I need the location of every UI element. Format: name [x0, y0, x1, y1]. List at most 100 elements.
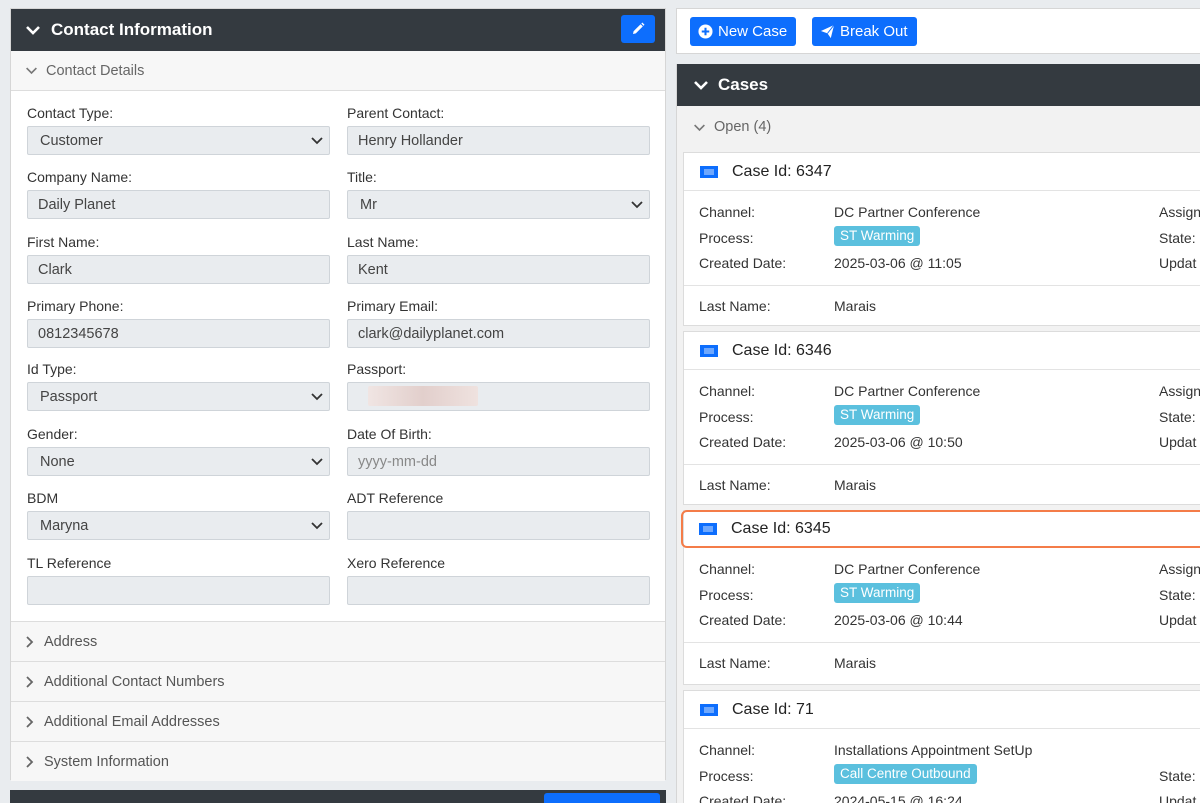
contact-information-header[interactable]: Contact Information	[11, 9, 665, 51]
contact-details-section-header[interactable]: Contact Details	[11, 51, 665, 91]
last-name-value: Marais	[834, 298, 877, 314]
process-badge: ST Warming	[834, 583, 921, 603]
case-card[interactable]: Case Id: 6347 Channel: DC Partner Confer…	[683, 152, 1200, 326]
case-id: Case Id: 6345	[731, 520, 831, 537]
contact-details-form: Contact Type: Customer Parent Contact: H…	[11, 91, 665, 621]
pencil-icon	[633, 22, 645, 34]
xero-reference-input[interactable]	[347, 576, 650, 605]
field-label: Xero Reference	[347, 555, 446, 571]
field-label: Title:	[347, 169, 377, 185]
additional-email-addresses-section-header[interactable]: Additional Email Addresses	[11, 701, 665, 741]
channel-value: Installations Appointment SetUp	[834, 742, 1033, 758]
case-title-bar-highlighted[interactable]: Case Id: 6345	[681, 510, 1200, 548]
chevron-right-icon	[26, 675, 34, 688]
field-label: TL Reference	[27, 555, 112, 571]
channel-value: DC Partner Conference	[834, 204, 981, 220]
panel-title: Contact Information	[51, 20, 213, 39]
last-name-input[interactable]: Kent	[347, 255, 650, 284]
section-title: Additional Email Addresses	[44, 713, 220, 730]
paper-plane-icon	[820, 24, 835, 39]
additional-contact-numbers-section-header[interactable]: Additional Contact Numbers	[11, 661, 665, 701]
parent-contact-field: Parent Contact: Henry Hollander	[347, 105, 650, 155]
assign-label: Assign	[1159, 383, 1200, 399]
select-value: Passport	[40, 388, 98, 405]
created-value: 2025-03-06 @ 10:50	[834, 434, 963, 450]
state-label: State:	[1159, 230, 1196, 246]
new-case-button[interactable]: New Case	[690, 17, 797, 46]
panel-title: Cases	[718, 75, 769, 94]
chevron-down-icon	[26, 67, 37, 75]
channel-value: DC Partner Conference	[834, 561, 981, 577]
contact-information-panel: Contact Information Contact Details Cont…	[10, 8, 666, 781]
select-value: None	[40, 453, 75, 470]
process-badge: ST Warming	[834, 226, 921, 246]
first-name-input[interactable]: Clark	[27, 255, 330, 284]
title-field: Title: Mr	[347, 169, 650, 219]
section-title: Open (4)	[714, 119, 772, 135]
break-out-button[interactable]: Break Out	[812, 17, 917, 46]
tl-reference-field: TL Reference	[27, 555, 330, 605]
case-card[interactable]: Case Id: 6345 Channel: DC Partner Confer…	[681, 510, 1200, 685]
cases-panel: Cases Open (4) Case Id: 6347 Channel: DC…	[676, 64, 1200, 803]
passport-input[interactable]	[347, 382, 650, 411]
last-name-row: Last Name: Marais	[684, 642, 1200, 684]
last-name-value: Marais	[834, 477, 877, 493]
system-information-section-header[interactable]: System Information	[11, 741, 665, 781]
address-section-header[interactable]: Address	[11, 621, 665, 661]
gender-field: Gender: None	[27, 426, 330, 476]
company-name-input[interactable]: Daily Planet	[27, 190, 330, 219]
input-value: Clark	[38, 261, 72, 278]
primary-email-field: Primary Email: clark@dailyplanet.com	[347, 298, 650, 348]
state-label: State:	[1159, 587, 1196, 603]
chevron-down-icon	[311, 137, 323, 145]
date-of-birth-input[interactable]: yyyy-mm-dd	[347, 447, 650, 476]
case-card[interactable]: Case Id: 71 Channel: Installations Appoi…	[683, 690, 1200, 803]
chevron-right-icon	[26, 715, 34, 728]
id-type-field: Id Type: Passport	[27, 361, 330, 411]
cases-header[interactable]: Cases	[677, 64, 1200, 106]
created-value: 2025-03-06 @ 11:05	[834, 255, 962, 271]
title-select[interactable]: Mr	[347, 190, 650, 219]
gender-select[interactable]: None	[27, 447, 330, 476]
section-title: System Information	[44, 753, 169, 770]
chevron-down-icon	[311, 522, 323, 530]
first-name-field: First Name: Clark	[27, 234, 330, 284]
id-type-select[interactable]: Passport	[27, 382, 330, 411]
select-value: Customer	[40, 132, 103, 149]
bdm-select[interactable]: Maryna	[27, 511, 330, 540]
ticket-icon	[700, 344, 718, 357]
channel-label: Channel:	[699, 561, 756, 577]
tl-reference-input[interactable]	[27, 576, 330, 605]
last-name-value: Marais	[834, 655, 877, 671]
case-toolbar: New Case Break Out	[676, 8, 1200, 54]
next-panel-button[interactable]	[544, 793, 660, 803]
app-root: Contact Information Contact Details Cont…	[0, 0, 1200, 803]
contact-type-select[interactable]: Customer	[27, 126, 330, 155]
adt-reference-field: ADT Reference	[347, 490, 650, 540]
ticket-icon	[699, 523, 717, 535]
field-label: Last Name:	[347, 234, 419, 250]
case-title-bar[interactable]: Case Id: 6347	[684, 153, 1200, 191]
case-card[interactable]: Case Id: 6346 Channel: DC Partner Confer…	[683, 331, 1200, 505]
channel-label: Channel:	[699, 742, 756, 758]
case-title-bar[interactable]: Case Id: 6346	[684, 332, 1200, 370]
parent-contact-input[interactable]: Henry Hollander	[347, 126, 650, 155]
primary-phone-input[interactable]: 0812345678	[27, 319, 330, 348]
open-cases-section-header[interactable]: Open (4)	[677, 108, 1200, 146]
updated-label: Updat	[1159, 793, 1197, 803]
state-label: State:	[1159, 409, 1196, 425]
contact-type-field: Contact Type: Customer	[27, 105, 330, 155]
last-name-row: Last Name: Marais	[684, 285, 1200, 327]
last-name-label: Last Name:	[699, 477, 771, 493]
process-label: Process:	[699, 587, 754, 603]
process-label: Process:	[699, 409, 754, 425]
bdm-field: BDM Maryna	[27, 490, 330, 540]
adt-reference-input[interactable]	[347, 511, 650, 540]
input-placeholder: yyyy-mm-dd	[358, 453, 437, 470]
case-title-bar[interactable]: Case Id: 71	[684, 691, 1200, 729]
chevron-down-icon	[311, 458, 323, 466]
created-value: 2025-03-06 @ 10:44	[834, 612, 963, 628]
primary-email-input[interactable]: clark@dailyplanet.com	[347, 319, 650, 348]
edit-contact-button[interactable]	[621, 15, 655, 43]
field-label: Date Of Birth:	[347, 426, 432, 442]
